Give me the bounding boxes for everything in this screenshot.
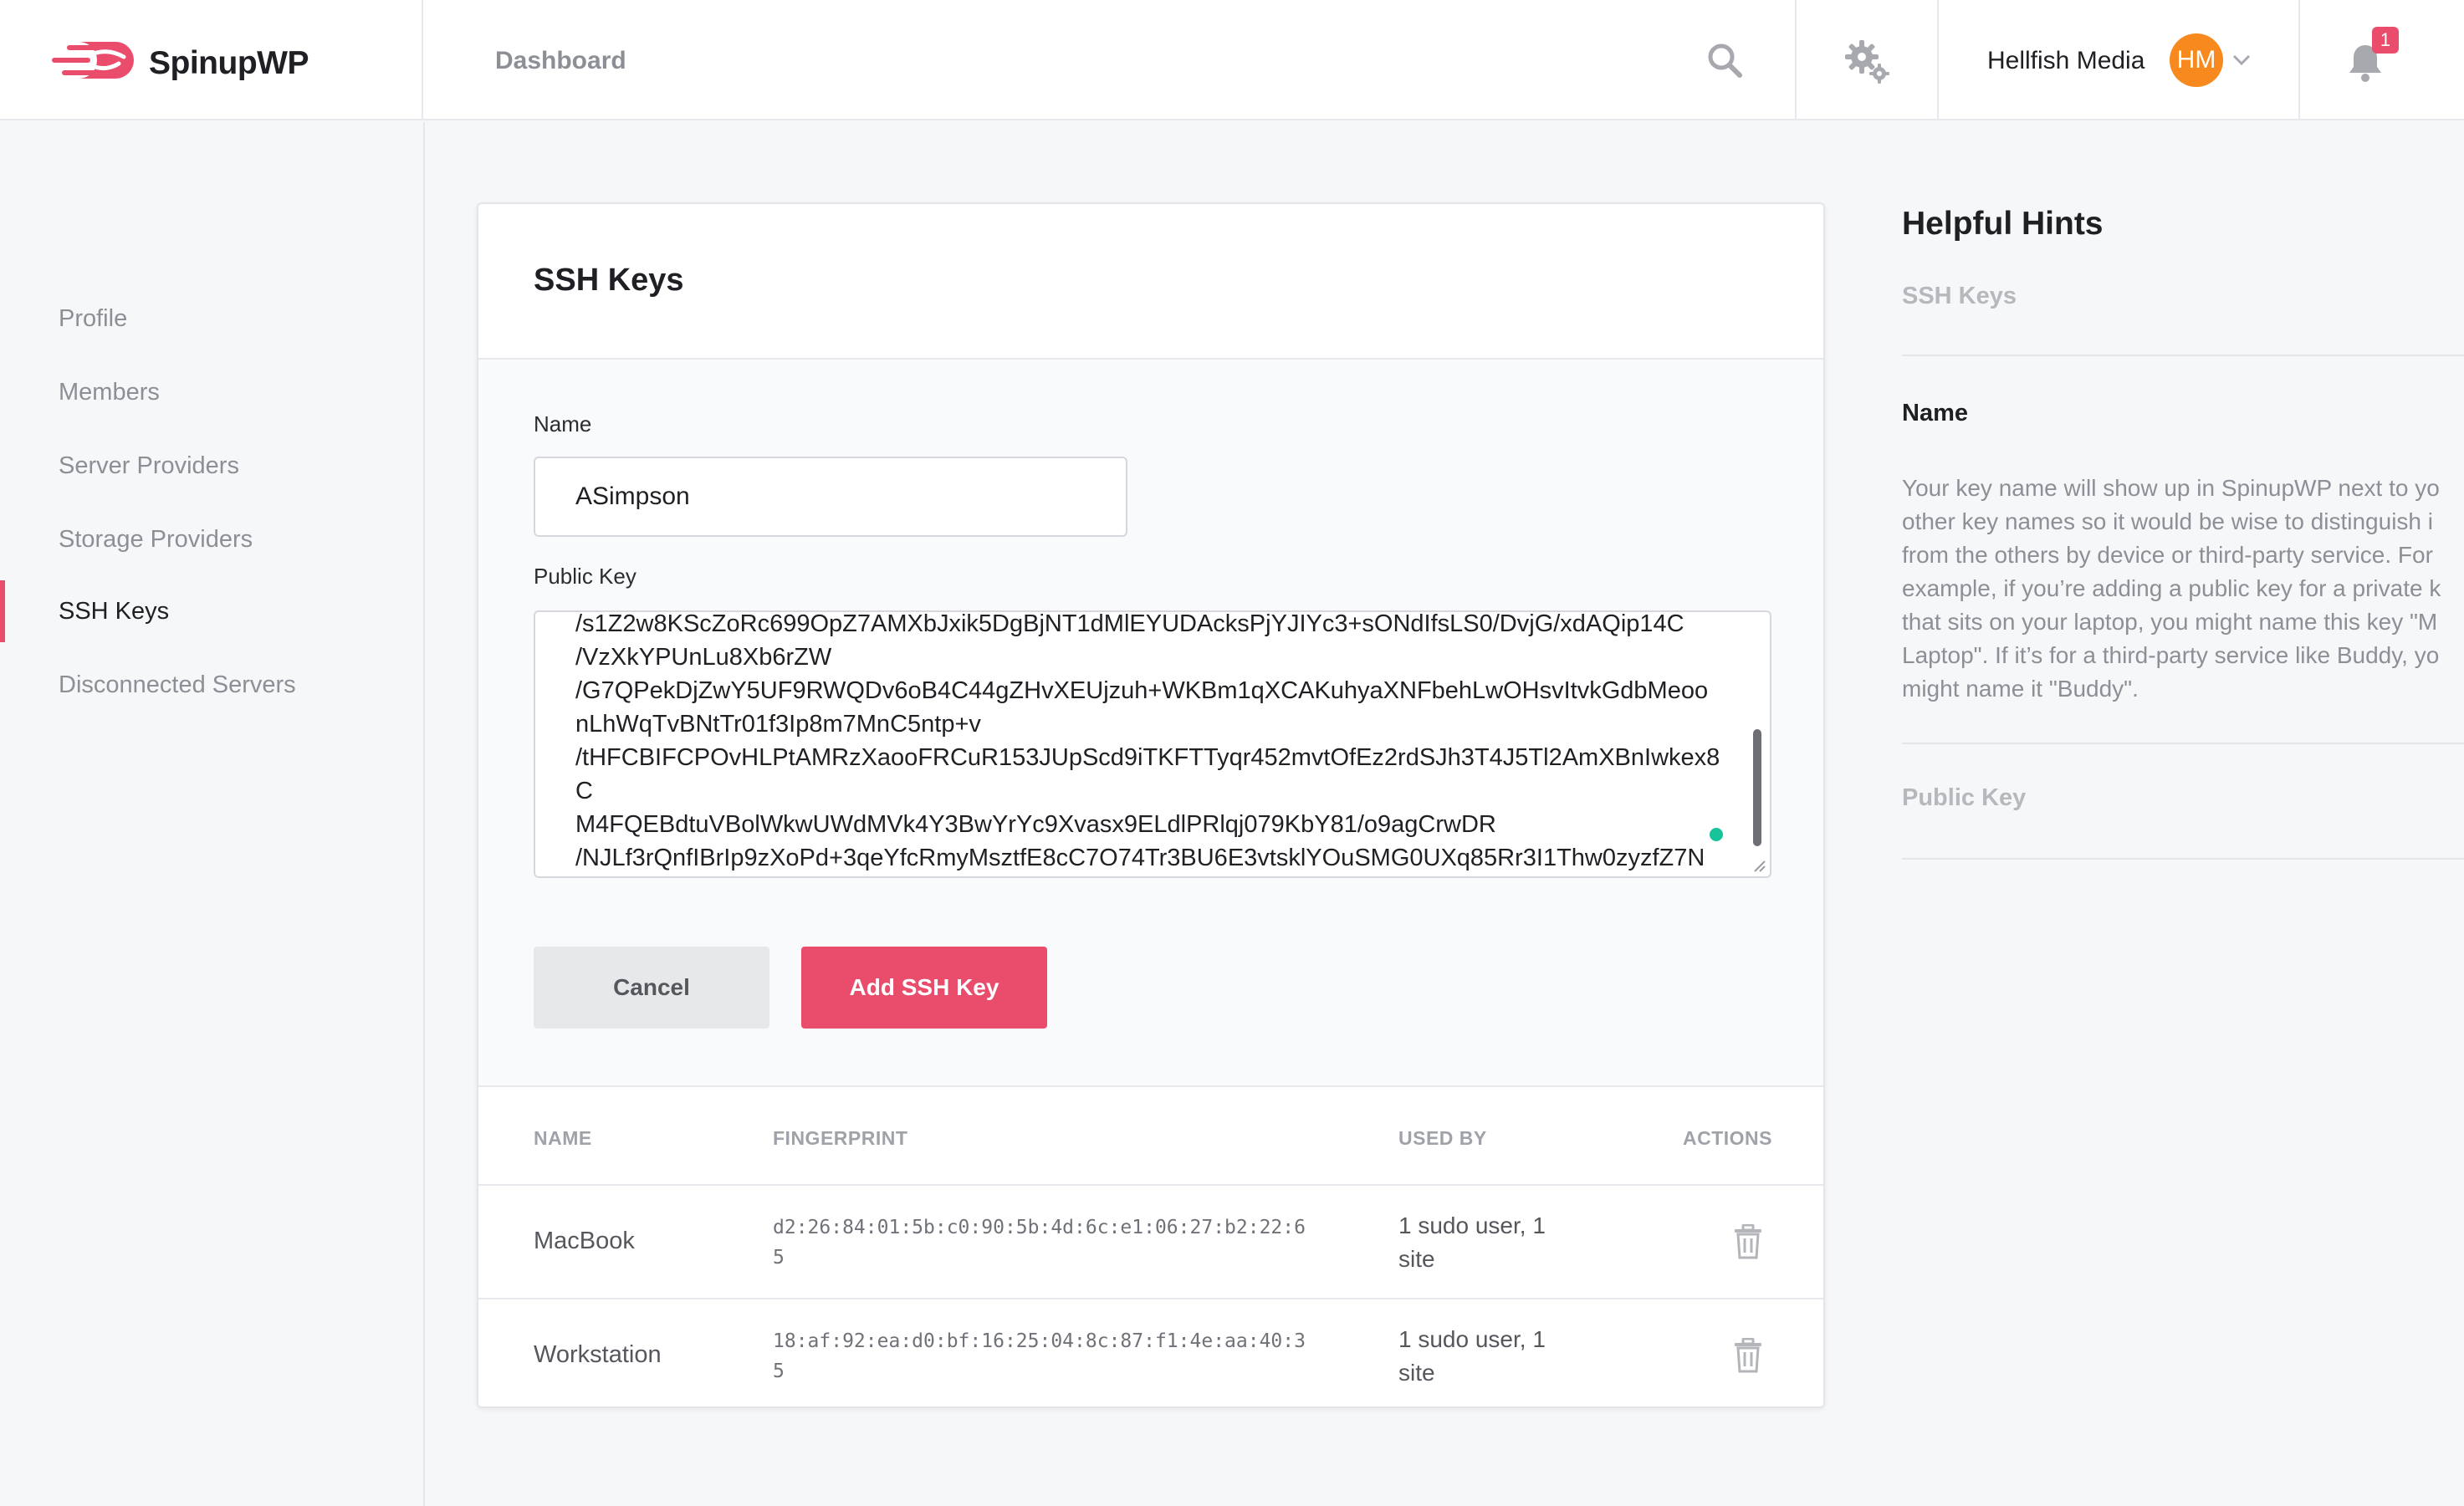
card-header: SSH Keys [478, 204, 1823, 360]
hint-name-body: Your key name will show up in SpinupWP n… [1902, 472, 2464, 706]
hint-name-title[interactable]: Name [1902, 400, 1968, 427]
column-header-used-by: USED BY [1398, 1127, 1487, 1149]
delete-key-button[interactable] [1733, 1337, 1763, 1377]
ssh-keys-table-header: NAME FINGERPRINT USED BY ACTIONS [478, 1089, 1823, 1186]
ssh-keys-card: SSH Keys Name Public Key /s1Z2w8KScZoRc6… [477, 202, 1825, 1408]
sidebar-item-members[interactable]: Members [0, 361, 423, 423]
key-fingerprint: 18:af:92:ea:d0:bf:16:25:04:8c:87:f1:4e:a… [773, 1330, 1306, 1382]
nav-dashboard-link[interactable]: Dashboard [495, 47, 626, 75]
hint-body-line: example, if you’re adding a public key f… [1902, 575, 2441, 601]
resize-handle-icon[interactable] [1751, 858, 1766, 873]
key-fingerprint: d2:26:84:01:5b:c0:90:5b:4d:6c:e1:06:27:b… [773, 1217, 1306, 1269]
settings-sidebar: Profile Members Server Providers Storage… [0, 122, 425, 1506]
column-header-actions: ACTIONS [1683, 1127, 1772, 1149]
avatar: HM [2170, 33, 2223, 87]
search-button[interactable] [1706, 42, 1743, 83]
sidebar-item-ssh-keys[interactable]: SSH Keys [0, 580, 423, 642]
hint-body-line: other key names so it would be wise to d… [1902, 508, 2433, 534]
settings-button[interactable] [1795, 0, 1939, 120]
hint-section-ssh-keys[interactable]: SSH Keys [1902, 283, 2017, 310]
hint-body-line: Laptop". If it’s for a third-party servi… [1902, 642, 2440, 668]
divider [1902, 858, 2464, 860]
name-input[interactable] [534, 457, 1127, 537]
chevron-down-icon [2232, 54, 2251, 66]
add-ssh-key-form: Name Public Key /s1Z2w8KScZoRc699OpZ7AMX… [478, 360, 1823, 1087]
account-name: Hellfish Media [1987, 47, 2145, 74]
divider [1902, 743, 2464, 744]
public-key-label: Public Key [534, 564, 636, 589]
hint-body-line: from the others by device or third-party… [1902, 542, 2433, 568]
name-label: Name [534, 411, 592, 436]
sidebar-item-disconnected-servers[interactable]: Disconnected Servers [0, 654, 423, 716]
gears-icon [1845, 40, 1889, 84]
hint-section-public-key[interactable]: Public Key [1902, 784, 2026, 812]
divider [1902, 355, 2464, 356]
table-row: Workstation 18:af:92:ea:d0:bf:16:25:04:8… [478, 1299, 1823, 1413]
notification-count-badge: 1 [2372, 27, 2399, 54]
cancel-button[interactable]: Cancel [534, 947, 769, 1029]
hint-body-line: Your key name will show up in SpinupWP n… [1902, 475, 2440, 501]
brand-name: SpinupWP [149, 45, 309, 81]
top-bar: SpinupWP Dashboard Hellfish Media HM 1 [0, 0, 2464, 120]
hint-body-line: that sits on your laptop, you might name… [1902, 609, 2438, 635]
public-key-text: /s1Z2w8KScZoRc699OpZ7AMXbJxik5DgBjNT1dMl… [575, 610, 1720, 871]
public-key-textarea[interactable]: /s1Z2w8KScZoRc699OpZ7AMXbJxik5DgBjNT1dMl… [534, 610, 1771, 878]
account-menu[interactable]: Hellfish Media HM [1939, 0, 2300, 120]
key-name: MacBook [534, 1228, 635, 1254]
sidebar-item-server-providers[interactable]: Server Providers [0, 435, 423, 497]
add-ssh-key-button[interactable]: Add SSH Key [801, 947, 1047, 1029]
column-header-name: NAME [534, 1127, 592, 1149]
hints-title: Helpful Hints [1902, 206, 2104, 242]
key-used-by: 1 sudo user, 1 site [1398, 1326, 1546, 1386]
spinupwp-logo-icon [52, 42, 134, 79]
table-row: MacBook d2:26:84:01:5b:c0:90:5b:4d:6c:e1… [478, 1186, 1823, 1299]
textarea-scrollbar[interactable] [1753, 729, 1761, 846]
column-header-fingerprint: FINGERPRINT [773, 1127, 908, 1149]
brand[interactable]: SpinupWP [0, 0, 423, 120]
search-icon [1708, 43, 1742, 78]
hint-body-line: might name it "Buddy". [1902, 676, 2139, 702]
key-used-by: 1 sudo user, 1 site [1398, 1212, 1546, 1272]
sidebar-item-storage-providers[interactable]: Storage Providers [0, 508, 423, 570]
page-title: SSH Keys [534, 263, 684, 298]
grammar-check-indicator[interactable] [1710, 828, 1723, 841]
sidebar-item-profile[interactable]: Profile [0, 288, 423, 350]
trash-icon [1735, 1223, 1761, 1259]
trash-icon [1735, 1337, 1761, 1373]
delete-key-button[interactable] [1733, 1223, 1763, 1264]
key-name: Workstation [534, 1341, 662, 1368]
